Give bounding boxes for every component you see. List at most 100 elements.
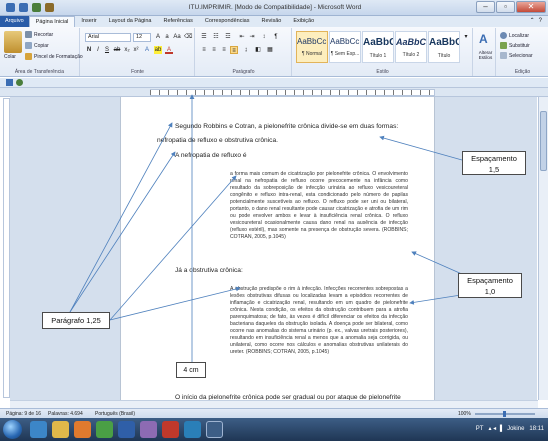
text-effects-icon[interactable]: A <box>143 46 151 54</box>
tray-icons[interactable]: ▴ ◂ ▐ <box>488 418 502 441</box>
superscript-icon[interactable]: x² <box>132 46 140 54</box>
find-label: Localizar <box>509 32 530 39</box>
bullets-icon[interactable]: ☰ <box>200 33 208 41</box>
change-styles-button[interactable]: Alterar Estilos <box>475 50 496 60</box>
style-no-spacing-name: ¶ Sem Esp... <box>330 51 360 57</box>
binoculars-icon <box>500 32 507 39</box>
decrease-indent-icon[interactable]: ⇤ <box>238 33 246 41</box>
minimize-button[interactable]: – <box>476 1 495 13</box>
tab-view[interactable]: Exibição <box>287 16 320 27</box>
redo-icon[interactable] <box>45 3 54 12</box>
help-icon[interactable]: ? <box>539 16 542 27</box>
taskbar: PT ▴ ◂ ▐ Jokine 18:11 <box>0 418 548 441</box>
borders-icon[interactable]: ▦ <box>266 46 274 54</box>
select-button[interactable]: Selecionar <box>500 52 533 59</box>
paste-button[interactable]: Colar <box>4 54 16 60</box>
paragraph-group: ☰ ☷ ☲ ⇤ ⇥ ↕ ¶ ≡ ≡ ≡ ≡ ↨ ◧ ▦ Parágrafo <box>196 28 292 76</box>
vertical-scrollbar[interactable] <box>538 97 548 400</box>
horizontal-scrollbar[interactable] <box>10 400 538 408</box>
horizontal-ruler[interactable] <box>0 88 548 97</box>
style-normal[interactable]: AaBbCcDc ¶ Normal <box>296 31 328 63</box>
grow-font-icon[interactable]: A <box>154 33 162 41</box>
font-name-combo[interactable]: Arial <box>85 33 131 42</box>
tab-review[interactable]: Revisão <box>255 16 287 27</box>
clear-format-icon[interactable]: ⌫ <box>184 33 192 41</box>
font-color-icon[interactable]: A <box>165 46 173 54</box>
increase-indent-icon[interactable]: ⇥ <box>248 33 256 41</box>
align-right-icon[interactable]: ≡ <box>220 46 228 54</box>
tab-home[interactable]: Página Inicial <box>28 16 76 27</box>
copy-icon <box>25 42 32 49</box>
line-spacing-icon[interactable]: ↨ <box>242 46 250 54</box>
status-bar: Página: 9 de 16 Palavras: 4.694 Portuguê… <box>0 408 548 418</box>
start-button[interactable] <box>3 420 22 439</box>
style-title[interactable]: AaBbC Título <box>428 31 460 63</box>
shading-icon[interactable]: ◧ <box>254 46 262 54</box>
align-center-icon[interactable]: ≡ <box>210 46 218 54</box>
change-case-icon[interactable]: Aa <box>173 33 181 41</box>
tab-insert[interactable]: Inserir <box>75 16 102 27</box>
save-small-icon[interactable] <box>6 79 13 86</box>
close-button[interactable]: ✕ <box>516 1 546 13</box>
cut-button[interactable]: Recortar <box>25 31 53 38</box>
style-no-spacing[interactable]: AaBbCcDc ¶ Sem Esp... <box>329 31 361 63</box>
tab-page-layout[interactable]: Layout da Página <box>103 16 158 27</box>
chrome-icon[interactable] <box>96 421 113 438</box>
app-icon-4[interactable] <box>206 421 223 438</box>
annotation-spacing-15: Espaçamento 1,5 <box>462 151 526 175</box>
change-styles-icon[interactable]: A <box>479 32 491 46</box>
zoom-slider-thumb[interactable] <box>503 411 506 417</box>
style-heading-1[interactable]: AaBbC Título 1 <box>362 31 394 63</box>
tab-references[interactable]: Referências <box>157 16 198 27</box>
find-button[interactable]: Localizar <box>500 32 529 39</box>
app-icon-2[interactable] <box>162 421 179 438</box>
vertical-ruler[interactable] <box>3 98 10 398</box>
ribbon-controls: ⌃ ? <box>530 16 548 27</box>
tab-mailings[interactable]: Correspondências <box>199 16 256 27</box>
copy-button[interactable]: Copiar <box>25 42 49 49</box>
numbering-icon[interactable]: ☷ <box>212 33 220 41</box>
title-bar: ITU.IMPRIMIR. [Modo de Compatibilidade] … <box>0 0 548 16</box>
replace-button[interactable]: Substituir <box>500 42 530 49</box>
media-player-icon[interactable] <box>74 421 91 438</box>
paste-icon[interactable] <box>4 31 22 53</box>
bold-icon[interactable]: N <box>85 46 93 54</box>
strikethrough-icon[interactable]: ab <box>113 46 121 54</box>
style-heading-2-preview: AaBbCc <box>396 37 426 47</box>
underline-icon[interactable]: S <box>103 46 111 54</box>
multilevel-list-icon[interactable]: ☲ <box>224 33 232 41</box>
shrink-font-icon[interactable]: a <box>163 33 171 41</box>
tab-file[interactable]: Arquivo <box>0 16 29 27</box>
undo-icon[interactable] <box>32 3 41 12</box>
doc-heading-reflux: A nefropatia de refluxo é <box>175 152 247 159</box>
collapse-ribbon-icon[interactable]: ⌃ <box>530 16 535 27</box>
style-heading-2[interactable]: AaBbCc Título 2 <box>395 31 427 63</box>
undo-small-icon[interactable] <box>16 79 23 86</box>
ribbon: Colar Recortar Copiar Pincel de Formataç… <box>0 27 548 77</box>
italic-icon[interactable]: I <box>94 46 102 54</box>
maximize-button[interactable]: ▫ <box>496 1 515 13</box>
save-icon[interactable] <box>19 3 28 12</box>
tray-language[interactable]: PT <box>476 418 484 441</box>
ie-icon[interactable] <box>30 421 47 438</box>
sort-icon[interactable]: ↕ <box>260 33 268 41</box>
word-taskbar-icon[interactable] <box>118 421 135 438</box>
styles-scroll-icon[interactable]: ▾ <box>462 33 470 41</box>
show-marks-icon[interactable]: ¶ <box>272 33 280 41</box>
ruler-ticks <box>150 90 435 95</box>
font-size-combo[interactable]: 12 <box>133 33 151 42</box>
folder-icon[interactable] <box>52 421 69 438</box>
quote-obstructive: A obstrução predispõe o rim à infecção. … <box>230 286 408 355</box>
app-icon-3[interactable] <box>184 421 201 438</box>
annotation-paragraph-indent: Parágrafo 1,25 <box>42 312 110 329</box>
format-painter-button[interactable]: Pincel de Formatação <box>25 53 83 60</box>
subscript-icon[interactable]: x₂ <box>123 46 131 54</box>
tray-clock[interactable]: 18:11 <box>529 418 544 441</box>
justify-icon[interactable]: ≡ <box>230 46 238 54</box>
app-icon-1[interactable] <box>140 421 157 438</box>
highlight-icon[interactable]: ab <box>154 46 162 54</box>
tray-day: Jokine <box>507 426 525 432</box>
align-left-icon[interactable]: ≡ <box>200 46 208 54</box>
copy-label: Copiar <box>34 42 49 49</box>
scroll-thumb[interactable] <box>540 111 547 171</box>
